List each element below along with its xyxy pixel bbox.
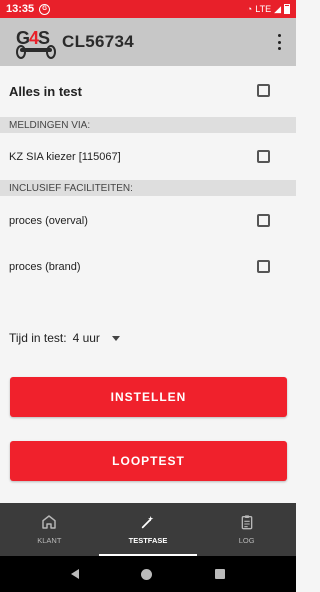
alles-in-test-label: Alles in test — [9, 83, 82, 99]
system-nav-bar — [0, 556, 296, 592]
overflow-menu-icon[interactable] — [276, 34, 282, 50]
tijd-select[interactable]: 4 uur — [73, 331, 100, 345]
instellen-button[interactable]: INSTELLEN — [10, 377, 287, 417]
faciliteit-checkbox-brand[interactable] — [257, 260, 270, 273]
home-button-icon[interactable] — [141, 568, 153, 580]
alles-in-test-row[interactable]: Alles in test — [0, 80, 296, 102]
faciliteit-label-brand: proces (brand) — [9, 261, 81, 273]
faciliteit-label-overval: proces (overval) — [9, 215, 88, 227]
melding-checkbox[interactable] — [257, 150, 270, 163]
nav-label-log: LOG — [238, 536, 255, 545]
g4s-logo: G4S — [16, 27, 58, 59]
faciliteiten-header: INCLUSIEF FACILITEITEN: — [0, 180, 296, 196]
home-icon — [42, 515, 57, 529]
notification-icon: G — [39, 3, 51, 15]
dropdown-caret-icon[interactable] — [111, 335, 120, 341]
recent-apps-icon[interactable] — [214, 569, 225, 579]
faciliteit-row-overval[interactable]: proces (overval) — [0, 210, 296, 232]
signal-icon: ◢ — [274, 3, 281, 14]
network-type: LTE — [255, 4, 272, 14]
melding-label: KZ SIA kiezer [115067] — [9, 151, 121, 163]
faciliteit-checkbox-overval[interactable] — [257, 214, 270, 227]
meldingen-header: MELDINGEN VIA: — [0, 117, 296, 133]
nav-item-testfase[interactable]: TESTFASE — [98, 503, 198, 556]
app-bar: G4S CL56734 — [0, 18, 296, 66]
tijd-in-test-row: Tijd in test: 4 uur — [9, 328, 120, 348]
tijd-label: Tijd in test: — [9, 331, 67, 345]
battery-icon — [284, 4, 290, 14]
nav-label-testfase: TESTFASE — [128, 536, 168, 545]
status-icons: ◔ LTE ◢ — [247, 4, 290, 15]
wand-icon — [141, 516, 154, 529]
alles-in-test-checkbox[interactable] — [257, 84, 270, 97]
status-time: 13:35 — [6, 3, 35, 15]
looptest-button[interactable]: LOOPTEST — [10, 441, 287, 481]
nav-item-log[interactable]: LOG — [197, 503, 296, 556]
bottom-nav: KLANT TESTFASE LOG — [0, 503, 296, 556]
nav-label-klant: KLANT — [37, 536, 62, 545]
melding-row[interactable]: KZ SIA kiezer [115067] — [0, 146, 296, 168]
faciliteit-row-brand[interactable]: proces (brand) — [0, 256, 296, 278]
back-icon[interactable] — [71, 569, 80, 579]
status-bar: 13:35 G ◔ LTE ◢ — [0, 0, 296, 18]
app-title: CL56734 — [62, 32, 135, 51]
clipboard-icon — [241, 515, 253, 530]
wifi-icon: ◔ — [246, 4, 253, 14]
nav-item-klant[interactable]: KLANT — [0, 503, 99, 556]
